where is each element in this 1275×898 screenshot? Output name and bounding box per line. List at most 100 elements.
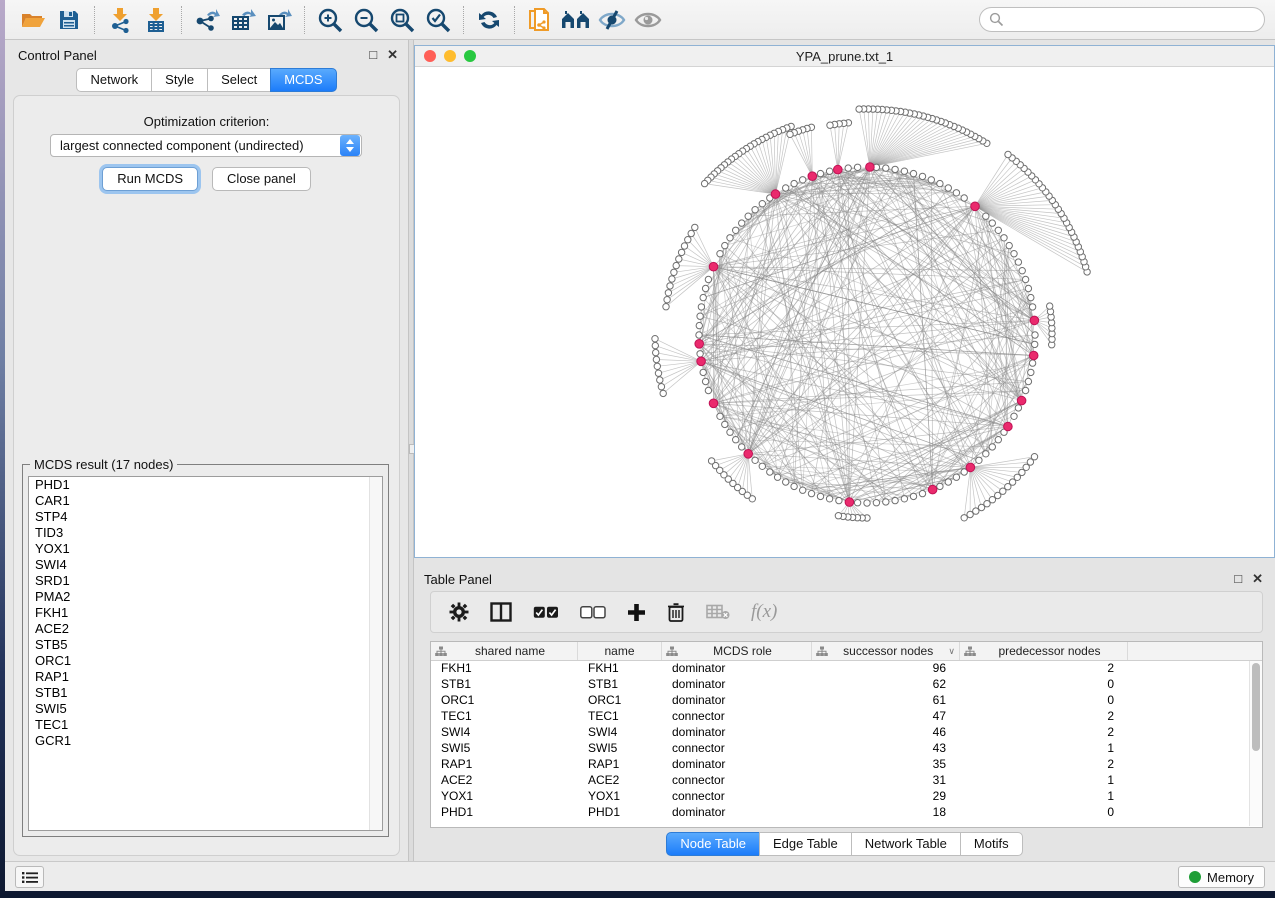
control-tab-select[interactable]: Select <box>207 68 271 92</box>
zoom-selected-button[interactable] <box>420 4 456 36</box>
deselect-all-rows-button[interactable] <box>580 606 606 619</box>
control-panel-float-icon[interactable]: □ <box>369 47 377 63</box>
control-tab-style[interactable]: Style <box>151 68 208 92</box>
mcds-result-item[interactable]: YOX1 <box>29 541 382 557</box>
import-network-button[interactable] <box>102 4 138 36</box>
mcds-result-item[interactable]: CAR1 <box>29 493 382 509</box>
table-cell: RAP1 <box>578 757 662 773</box>
network-canvas[interactable] <box>415 68 1274 557</box>
table-row[interactable]: SWI5SWI5connector431 <box>431 741 1262 757</box>
toolbar-separator <box>514 6 515 34</box>
table-panel-float-icon[interactable]: □ <box>1234 571 1242 587</box>
control-panel-close-icon[interactable]: ✕ <box>387 47 398 63</box>
column-header-predecessor-nodes[interactable]: predecessor nodes <box>960 642 1128 660</box>
column-header-successor-nodes[interactable]: successor nodes∨ <box>812 642 960 660</box>
control-tab-mcds[interactable]: MCDS <box>270 68 336 92</box>
table-tab-edge-table[interactable]: Edge Table <box>759 832 852 856</box>
export-network-icon <box>194 7 220 33</box>
show-columns-button[interactable] <box>490 602 512 622</box>
control-tab-network[interactable]: Network <box>76 68 152 92</box>
table-cell: FKH1 <box>578 661 662 677</box>
mcds-result-item[interactable]: ORC1 <box>29 653 382 669</box>
column-header-name[interactable]: name <box>578 642 662 660</box>
function-builder-button[interactable]: f(x) <box>751 601 777 623</box>
application-window: Control Panel □ ✕ NetworkStyleSelectMCDS… <box>5 0 1275 891</box>
memory-button[interactable]: Memory <box>1178 866 1265 888</box>
table-scrollbar[interactable] <box>1249 661 1262 826</box>
table-row[interactable]: RAP1RAP1dominator352 <box>431 757 1262 773</box>
eye-slash-icon <box>598 9 626 31</box>
table-cell: dominator <box>662 693 812 709</box>
table-cell: SWI5 <box>578 741 662 757</box>
table-row[interactable]: STB1STB1dominator620 <box>431 677 1262 693</box>
mcds-result-item[interactable]: PMA2 <box>29 589 382 605</box>
table-tab-motifs[interactable]: Motifs <box>960 832 1023 856</box>
table-row[interactable]: PHD1PHD1dominator180 <box>431 805 1262 821</box>
export-image-button[interactable] <box>261 4 297 36</box>
mcds-result-item[interactable]: SRD1 <box>29 573 382 589</box>
first-neighbors-button[interactable] <box>558 4 594 36</box>
column-settings-button[interactable] <box>449 602 469 622</box>
search-input[interactable] <box>979 7 1265 32</box>
table-scrollbar-thumb[interactable] <box>1252 663 1260 751</box>
zoom-fit-button[interactable] <box>384 4 420 36</box>
create-column-button[interactable] <box>627 603 646 622</box>
mcds-result-item[interactable]: SWI4 <box>29 557 382 573</box>
task-history-button[interactable] <box>15 866 44 888</box>
save-floppy-icon <box>58 9 80 31</box>
clone-network-button[interactable] <box>522 4 558 36</box>
mcds-result-item[interactable]: FKH1 <box>29 605 382 621</box>
column-header-MCDS-role[interactable]: MCDS role <box>662 642 812 660</box>
mcds-result-item[interactable]: TEC1 <box>29 717 382 733</box>
mcds-list-scrollbar[interactable] <box>369 477 382 830</box>
table-cell: 61 <box>812 693 960 709</box>
shared-column-icon <box>666 646 678 657</box>
zoom-in-button[interactable] <box>312 4 348 36</box>
mcds-result-item[interactable]: GCR1 <box>29 733 382 749</box>
delete-column-button[interactable] <box>667 602 685 623</box>
mcds-result-item[interactable]: ACE2 <box>29 621 382 637</box>
run-mcds-button[interactable]: Run MCDS <box>102 167 198 191</box>
apply-layout-button[interactable] <box>471 4 507 36</box>
table-row[interactable]: SWI4SWI4dominator462 <box>431 725 1262 741</box>
save-session-button[interactable] <box>51 4 87 36</box>
mcds-result-item[interactable]: STB5 <box>29 637 382 653</box>
mcds-result-item[interactable]: STP4 <box>29 509 382 525</box>
table-panel-close-icon[interactable]: ✕ <box>1252 571 1263 587</box>
table-cell: 43 <box>812 741 960 757</box>
column-header-shared-name[interactable]: shared name <box>431 642 578 660</box>
mcds-result-item[interactable]: TID3 <box>29 525 382 541</box>
maximize-traffic-light[interactable] <box>464 50 476 62</box>
zoom-out-button[interactable] <box>348 4 384 36</box>
main-toolbar <box>5 0 1275 40</box>
select-all-rows-button[interactable] <box>533 606 559 619</box>
close-traffic-light[interactable] <box>424 50 436 62</box>
open-session-button[interactable] <box>15 4 51 36</box>
export-table-button[interactable] <box>225 4 261 36</box>
optimization-criterion-select[interactable]: largest connected component (undirected) <box>50 134 362 157</box>
table-row[interactable]: TEC1TEC1connector472 <box>431 709 1262 725</box>
mcds-result-item[interactable]: PHD1 <box>29 477 382 493</box>
minimize-traffic-light[interactable] <box>444 50 456 62</box>
table-row[interactable]: YOX1YOX1connector291 <box>431 789 1262 805</box>
mcds-result-item[interactable]: STB1 <box>29 685 382 701</box>
node-table: shared namenameMCDS rolesuccessor nodes∨… <box>430 641 1263 828</box>
network-window-titlebar[interactable]: YPA_prune.txt_1 <box>415 46 1274 67</box>
mcds-panel: Optimization criterion: largest connecte… <box>13 95 400 856</box>
hide-selected-button[interactable] <box>594 4 630 36</box>
table-row[interactable]: FKH1FKH1dominator962 <box>431 661 1262 677</box>
delete-table-button[interactable] <box>706 604 730 620</box>
table-tab-node-table[interactable]: Node Table <box>666 832 760 856</box>
export-network-button[interactable] <box>189 4 225 36</box>
table-cell: 96 <box>812 661 960 677</box>
mcds-result-item[interactable]: SWI5 <box>29 701 382 717</box>
table-row[interactable]: ORC1ORC1dominator610 <box>431 693 1262 709</box>
import-table-button[interactable] <box>138 4 174 36</box>
table-tab-network-table[interactable]: Network Table <box>851 832 961 856</box>
mcds-result-item[interactable]: RAP1 <box>29 669 382 685</box>
close-panel-button[interactable]: Close panel <box>212 167 311 191</box>
table-cell: 0 <box>960 805 1128 821</box>
table-row[interactable]: ACE2ACE2connector311 <box>431 773 1262 789</box>
show-all-button[interactable] <box>630 4 666 36</box>
unchecked-boxes-icon <box>580 606 606 619</box>
